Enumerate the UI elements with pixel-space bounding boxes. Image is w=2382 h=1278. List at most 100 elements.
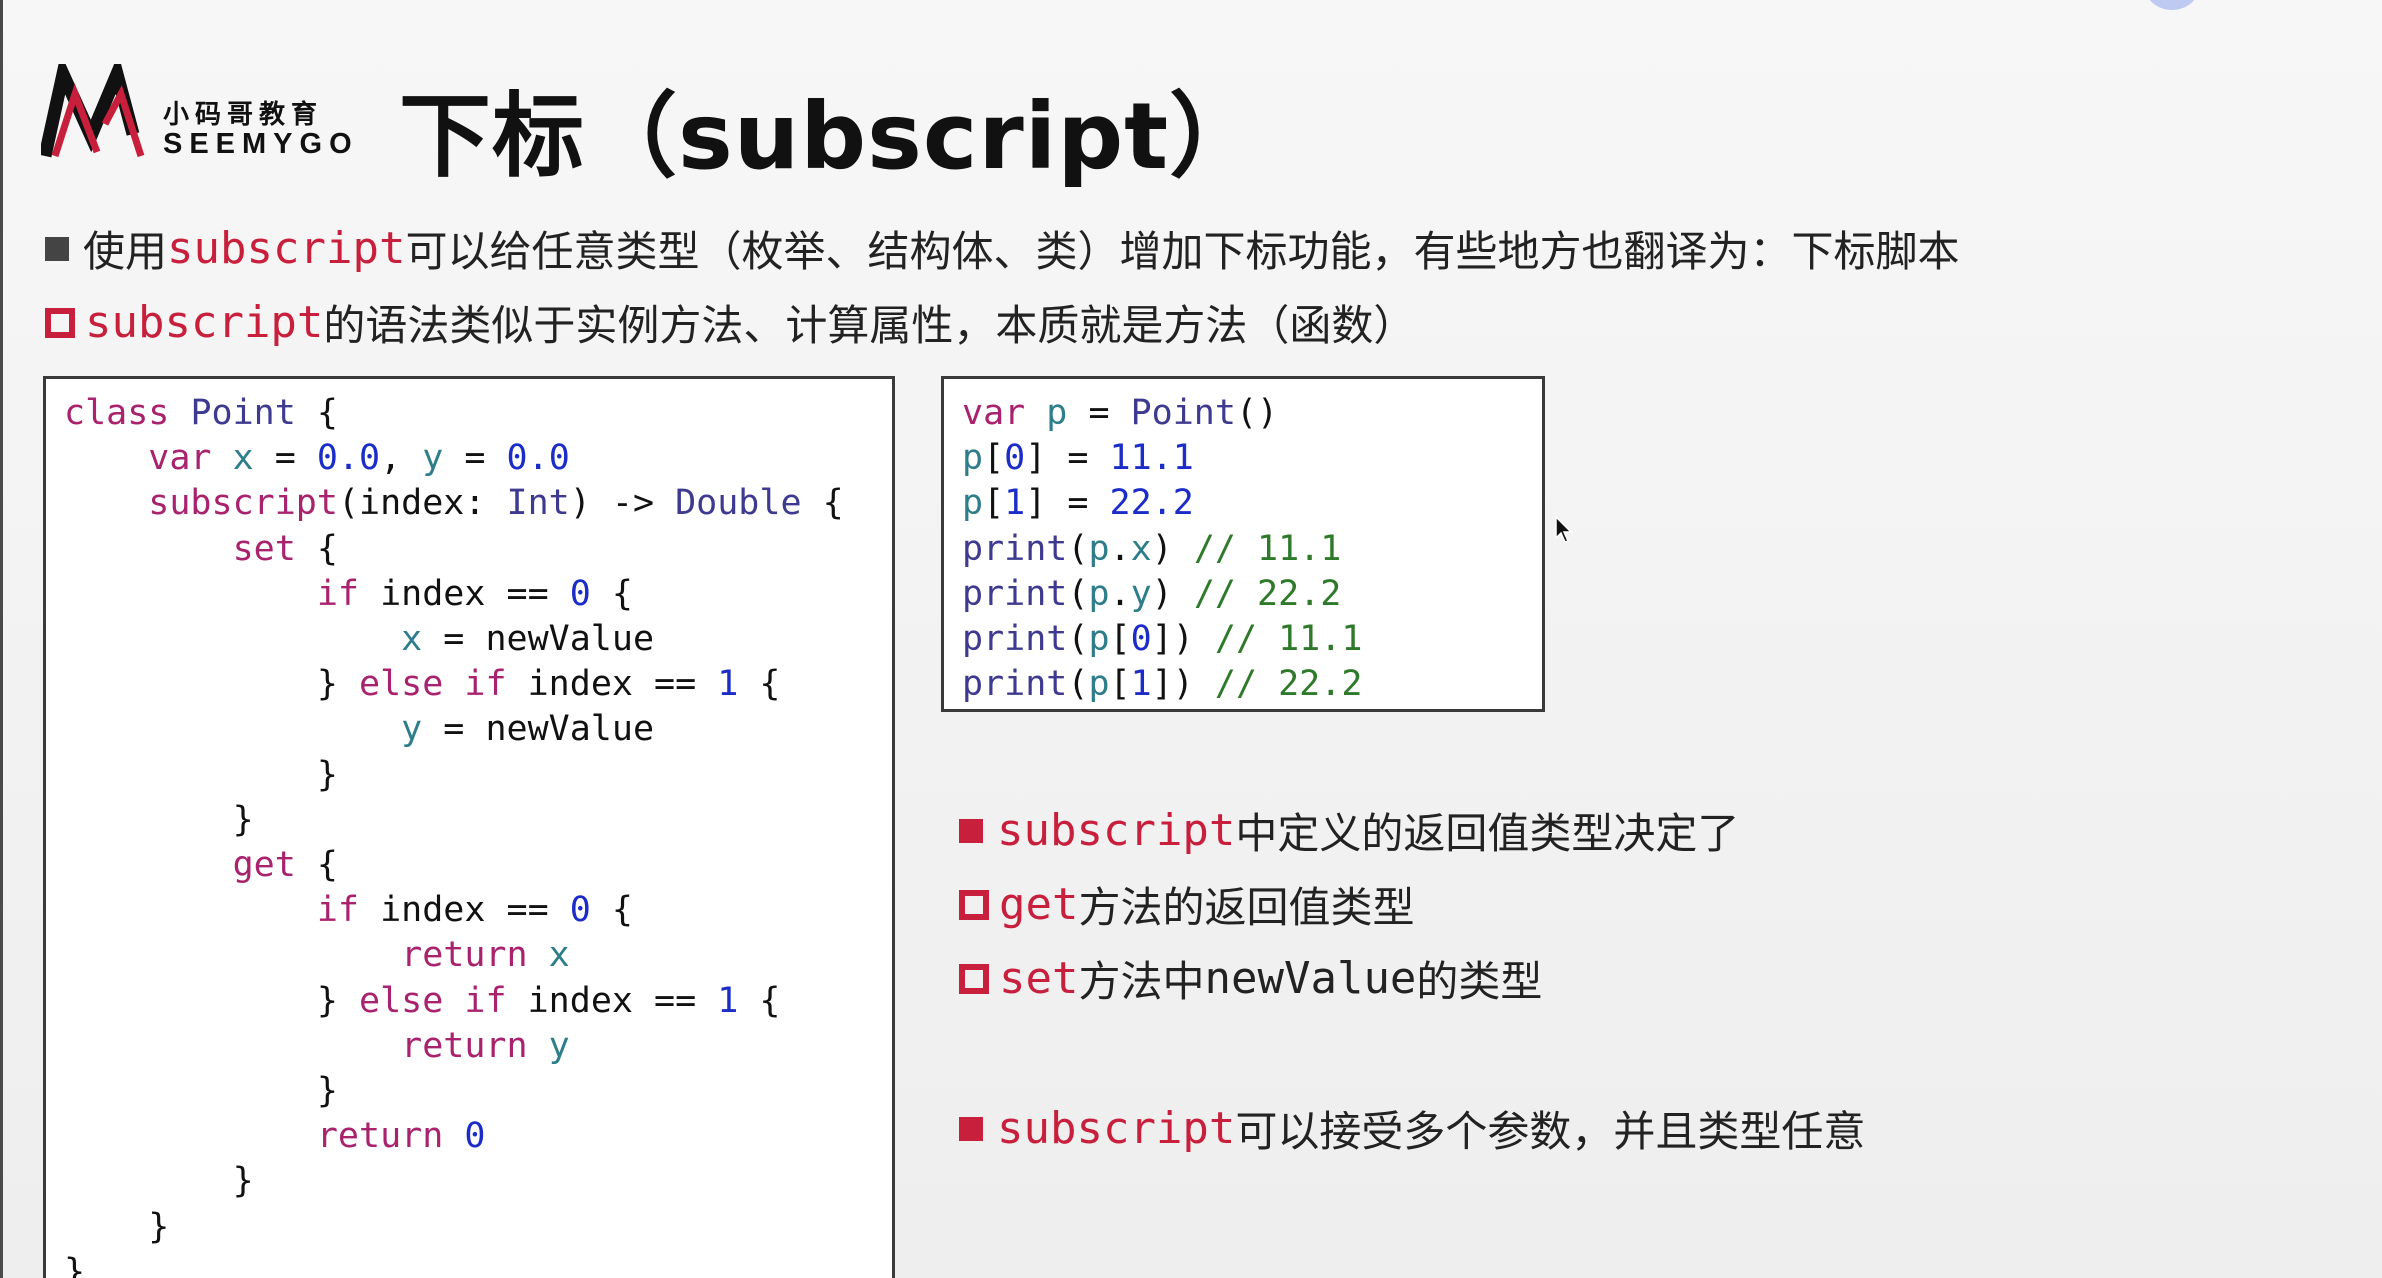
code-line: p[0] = 11.1 xyxy=(962,436,1194,481)
code-token: p xyxy=(1088,528,1110,569)
code-token: . xyxy=(1109,573,1131,614)
bullet-return-type: subscript 中定义的返回值类型决定了 xyxy=(959,800,1739,861)
code-token: 1 xyxy=(1130,664,1152,705)
code-line: if index == 0 { xyxy=(64,888,633,933)
code-token: y xyxy=(548,1025,570,1066)
bullet-set-newvalue: set 方法中 newValue 的类型 xyxy=(959,948,1542,1009)
slide: 小码哥教育 SEEMYGO 下标（subscript） 使用 subscript… xyxy=(0,0,2382,1278)
code-token: 0.0 xyxy=(506,438,570,479)
code-token: 0 xyxy=(569,890,591,931)
code-token: class xyxy=(64,393,191,433)
keyword-subscript: subscript xyxy=(997,1103,1236,1154)
code-line: return x xyxy=(64,933,570,978)
code-token: { xyxy=(801,483,844,524)
code-line: print(p.y) // 22.2 xyxy=(962,572,1341,617)
code-token: get xyxy=(64,845,296,885)
code-token: Point xyxy=(190,393,296,433)
code-line: get { xyxy=(64,843,338,888)
code-token: [ xyxy=(983,483,1005,524)
code-token: return xyxy=(64,1025,549,1066)
code-token: . xyxy=(1109,528,1131,569)
code-token: p xyxy=(1088,664,1110,705)
code-token: y xyxy=(422,438,444,479)
code-block-point-class: class Point { var x = 0.0, y = 0.0 subsc… xyxy=(43,376,895,1278)
code-token: } xyxy=(64,664,360,705)
mouse-cursor-icon xyxy=(1555,516,1573,543)
code-token: return xyxy=(64,1116,465,1157)
logo-english-text: SEEMYGO xyxy=(163,128,359,160)
code-block-usage: var p = Point() p[0] = 11.1 p[1] = 22.2 pri… xyxy=(941,376,1545,712)
code-token: [ xyxy=(1109,619,1131,659)
code-token: = xyxy=(253,438,317,479)
code-token: } xyxy=(64,1206,170,1247)
code-token: y xyxy=(1130,573,1152,614)
hollow-square-bullet-icon xyxy=(959,963,989,994)
seemygo-logo: 小码哥教育 SEEMYGO xyxy=(41,64,352,164)
bullet-text: 的语法类似于实例方法、计算属性，本质就是方法（函数） xyxy=(323,301,1416,350)
code-token: Point xyxy=(1130,393,1236,433)
code-token: ] = xyxy=(1025,483,1110,524)
code-token: p xyxy=(1088,573,1110,614)
code-line: subscript(index: Int) -> Double { xyxy=(64,481,844,526)
code-token: var xyxy=(64,438,233,479)
code-token: Double xyxy=(675,483,802,524)
code-line: var p = Point() xyxy=(962,391,1278,436)
code-token: } xyxy=(64,1161,254,1202)
code-token: ( xyxy=(1067,573,1089,614)
code-token: = newValue xyxy=(422,619,655,659)
bullet-text: 可以给任意类型（枚举、结构体、类）增加下标功能，有些地方也翻译为：下标脚本 xyxy=(405,227,1960,276)
code-token: [ xyxy=(983,438,1005,479)
code-token: = xyxy=(1067,393,1131,433)
code-line: var x = 0.0, y = 0.0 xyxy=(64,436,570,481)
code-token: else if xyxy=(359,664,507,705)
code-token: x xyxy=(64,619,423,659)
code-token: { xyxy=(295,393,338,433)
code-token: ) xyxy=(1151,573,1194,614)
code-token: return xyxy=(64,935,549,976)
code-token: 0.0 xyxy=(316,438,381,479)
hollow-square-bullet-icon xyxy=(959,889,989,920)
code-token: 0 xyxy=(1004,438,1026,479)
code-token: 1 xyxy=(717,980,739,1021)
code-token: subscript xyxy=(64,483,338,524)
code-line: } xyxy=(64,753,338,798)
hollow-square-bullet-icon xyxy=(45,307,75,338)
code-token: set xyxy=(64,528,296,569)
code-line: p[1] = 22.2 xyxy=(962,481,1194,526)
code-token: ( xyxy=(1067,619,1089,659)
code-token: print xyxy=(962,573,1068,614)
code-token: { xyxy=(738,980,781,1021)
filled-square-bullet-icon xyxy=(959,818,983,843)
keyword-subscript: subscript xyxy=(997,805,1236,856)
code-token: if xyxy=(64,890,360,931)
code-token: } xyxy=(64,980,360,1021)
filled-square-bullet-icon xyxy=(959,1116,983,1141)
code-token: () xyxy=(1235,393,1279,433)
bullet-mid-text: 方法中 xyxy=(1078,957,1205,1006)
code-token: index == xyxy=(359,890,570,931)
bullet-text: 的类型 xyxy=(1416,957,1543,1006)
code-token: index == xyxy=(506,664,718,705)
code-token: print xyxy=(962,664,1068,705)
code-token: } xyxy=(64,1251,86,1278)
code-token: ) -> xyxy=(569,483,676,524)
code-token: [ xyxy=(1109,664,1131,705)
keyword-get: get xyxy=(999,879,1079,930)
code-token: = newValue xyxy=(422,709,655,750)
code-token: 22.2 xyxy=(1109,483,1194,524)
code-line: return 0 xyxy=(64,1114,486,1159)
bullet-get-return: get 方法的返回值类型 xyxy=(959,874,1415,935)
code-line: if index == 0 { xyxy=(64,572,633,617)
code-line: class Point { xyxy=(64,391,338,436)
code-line: } else if index == 1 { xyxy=(64,979,781,1024)
bullet-text: 方法的返回值类型 xyxy=(1078,883,1415,932)
code-token: // 22.2 xyxy=(1193,573,1342,614)
page-title: 下标（subscript） xyxy=(399,83,1263,190)
code-token: else if xyxy=(359,980,507,1021)
code-line: } xyxy=(64,798,254,843)
code-token: ( xyxy=(1067,528,1089,569)
code-token: } xyxy=(64,1071,338,1111)
code-token: ( xyxy=(1067,664,1089,705)
logo-chinese-text: 小码哥教育 xyxy=(163,100,324,130)
keyword-subscript: subscript xyxy=(85,297,324,348)
